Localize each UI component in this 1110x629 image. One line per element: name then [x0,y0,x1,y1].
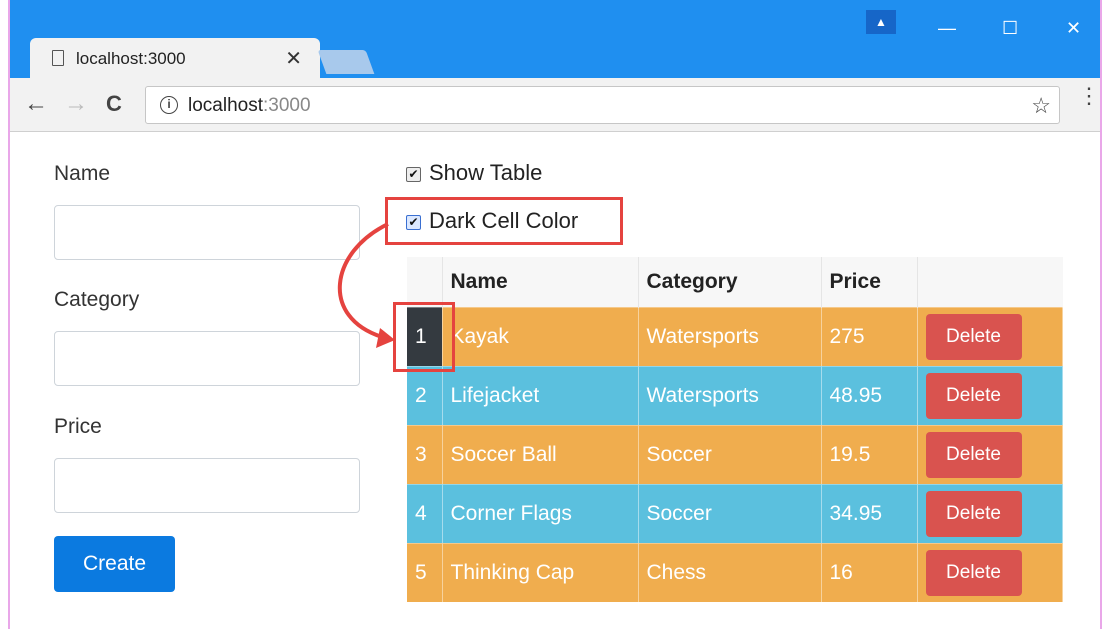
delete-button[interactable]: Delete [925,490,1022,537]
row-index: 3 [407,424,443,484]
url-text: localhost:3000 [188,95,311,117]
row-action-cell: Delete [917,365,1063,425]
row-price: 19.5 [821,424,918,484]
tab-close-icon[interactable]: ✕ [285,46,302,71]
row-index: 5 [407,542,443,602]
price-input[interactable] [54,458,360,513]
close-window-button[interactable]: ✕ [1066,18,1081,39]
header-price: Price [821,257,918,307]
row-name: Soccer Ball [442,424,639,484]
browser-window: localhost:3000 ✕ ▲ — ☐ ✕ ← → C i localho… [8,0,1102,629]
minimize-button[interactable]: — [938,18,956,39]
header-actions [917,257,1063,307]
create-button[interactable]: Create [54,536,175,592]
page-content: Name Category Price Create ✔ Show Table ✔… [10,132,1100,629]
table-row: 3 Soccer Ball Soccer 19.5 Delete [407,424,1063,484]
show-table-option[interactable]: ✔ Show Table [406,160,542,186]
dark-cell-highlight-box [393,302,455,372]
table-header-row: Name Category Price [407,257,1063,307]
name-label: Name [54,162,111,185]
new-tab-button[interactable] [317,50,375,74]
price-label: Price [54,415,102,438]
row-price: 16 [821,542,918,602]
header-name: Name [442,257,639,307]
row-action-cell: Delete [917,483,1063,543]
row-action-cell: Delete [917,542,1063,602]
table-row: 4 Corner Flags Soccer 34.95 Delete [407,483,1063,543]
table-row: 1 Kayak Watersports 275 Delete [407,306,1063,366]
row-index: 2 [407,365,443,425]
row-category: Soccer [638,424,822,484]
profile-icon[interactable]: ▲ [866,10,896,34]
header-category: Category [638,257,822,307]
forward-button[interactable]: → [64,90,88,118]
header-index [407,257,443,307]
row-action-cell: Delete [917,424,1063,484]
table-row: 5 Thinking Cap Chess 16 Delete [407,542,1063,602]
show-table-checkbox[interactable]: ✔ [406,167,421,182]
delete-button[interactable]: Delete [925,313,1022,360]
address-bar[interactable]: i localhost:3000 ☆ [145,86,1060,124]
category-input[interactable] [54,331,360,386]
bookmark-star-icon[interactable]: ☆ [1031,93,1051,119]
delete-button[interactable]: Delete [925,549,1022,596]
row-price: 48.95 [821,365,918,425]
back-button[interactable]: ← [24,90,48,118]
checkbox-highlight-box [385,197,623,245]
row-name: Corner Flags [442,483,639,543]
table-row: 2 Lifejacket Watersports 48.95 Delete [407,365,1063,425]
row-action-cell: Delete [917,306,1063,366]
row-category: Watersports [638,306,822,366]
show-table-label: Show Table [429,160,543,185]
delete-button[interactable]: Delete [925,372,1022,419]
reload-button[interactable]: C [106,91,122,117]
tab-title: localhost:3000 [76,49,186,68]
url-port: :3000 [263,95,311,116]
row-name: Lifejacket [442,365,639,425]
browser-tab[interactable]: localhost:3000 ✕ [30,38,320,78]
document-icon [52,50,64,66]
name-input[interactable] [54,205,360,260]
row-name: Kayak [442,306,639,366]
row-price: 34.95 [821,483,918,543]
menu-icon[interactable]: ⋮ [1078,85,1100,107]
delete-button[interactable]: Delete [925,431,1022,478]
products-table: Name Category Price 1 Kayak Watersports … [407,257,1063,602]
row-name: Thinking Cap [442,542,639,602]
browser-toolbar: ← → C i localhost:3000 ☆ ⋮ [10,78,1100,132]
row-index: 4 [407,483,443,543]
category-label: Category [54,288,140,311]
row-price: 275 [821,306,918,366]
title-bar: localhost:3000 ✕ ▲ — ☐ ✕ [10,0,1100,78]
maximize-button[interactable]: ☐ [1002,18,1018,39]
info-icon[interactable]: i [160,96,178,114]
row-category: Soccer [638,483,822,543]
row-category: Chess [638,542,822,602]
url-host: localhost [188,95,263,116]
row-category: Watersports [638,365,822,425]
